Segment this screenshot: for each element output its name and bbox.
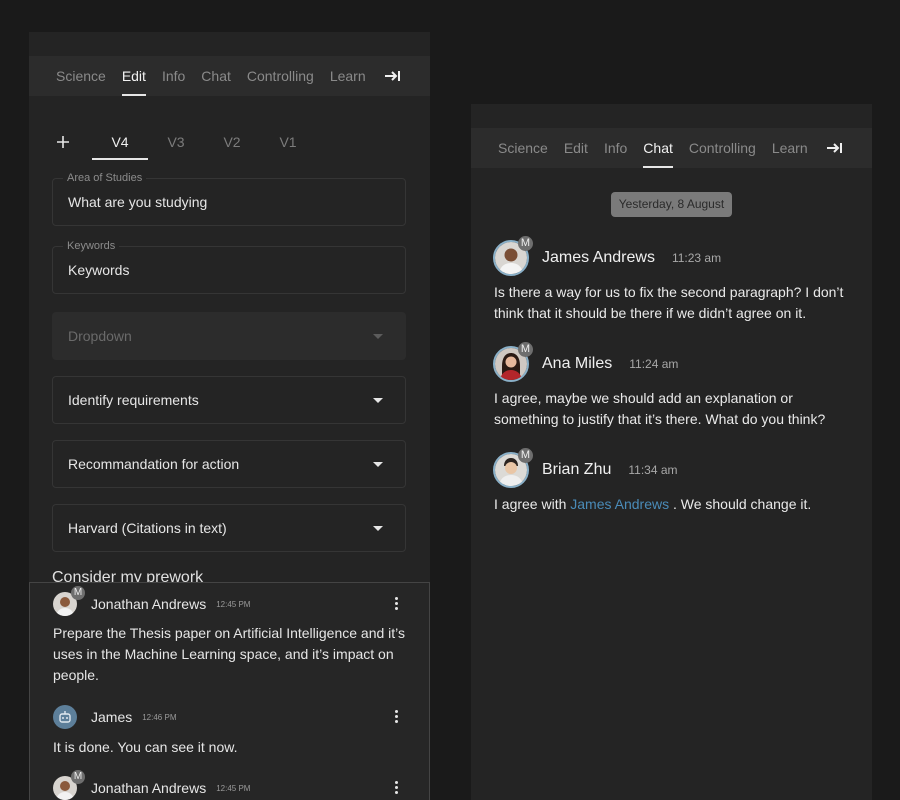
add-version-icon[interactable]	[52, 124, 74, 160]
message-text: Is there a way for us to fix the second …	[494, 284, 844, 321]
collapse-panel-icon[interactable]	[816, 128, 850, 168]
caret-down-icon	[373, 398, 383, 403]
version-tabs: V4 V3 V2 V1	[52, 124, 430, 160]
disabled-dropdown: Dropdown	[52, 312, 406, 360]
comment-header: James 12:46 PM	[53, 704, 176, 730]
comment-header: M Jonathan Andrews 12:45 PM	[53, 770, 251, 800]
member-badge: M	[71, 586, 85, 600]
message-author: Brian Zhu	[542, 461, 612, 478]
avatar: M	[53, 586, 85, 616]
avatar: M	[493, 342, 533, 382]
tab-learn[interactable]: Learn	[764, 128, 816, 168]
tab-controlling[interactable]: Controlling	[681, 128, 764, 168]
area-of-studies-label: Area of Studies	[63, 172, 147, 184]
message-time: 11:23 am	[671, 251, 722, 265]
more-options-icon[interactable]	[395, 781, 399, 794]
citation-dropdown[interactable]: Harvard (Citations in text)	[52, 504, 406, 552]
comment-author: Jonathan Andrews	[91, 780, 207, 796]
message-header: M Brian Zhu 11:34 am	[493, 448, 678, 488]
comment-author: James	[91, 709, 133, 725]
area-of-studies-field[interactable]: Area of Studies What are you studying	[52, 172, 406, 226]
version-tab-v4[interactable]: V4	[92, 124, 148, 160]
tab-edit[interactable]: Edit	[114, 56, 154, 96]
requirements-dropdown[interactable]: Identify requirements	[52, 376, 406, 424]
requirements-value: Identify requirements	[68, 392, 199, 408]
caret-down-icon	[373, 334, 383, 339]
citation-value: Harvard (Citations in text)	[68, 520, 227, 536]
avatar: M	[493, 236, 533, 276]
member-badge: M	[518, 342, 533, 357]
comment-text: It is done. You can see it now.	[53, 739, 238, 755]
dropdown-value: Dropdown	[68, 328, 132, 344]
member-badge: M	[518, 236, 533, 251]
tab-science[interactable]: Science	[48, 56, 114, 96]
mention-link[interactable]: James Andrews	[570, 496, 669, 512]
recommendation-dropdown[interactable]: Recommandation for action	[52, 440, 406, 488]
tab-science[interactable]: Science	[490, 128, 556, 168]
version-tab-v3[interactable]: V3	[148, 124, 204, 160]
message-author: Ana Miles	[542, 355, 613, 372]
prework-comments-panel: M Jonathan Andrews 12:45 PM Prepare the …	[29, 582, 430, 800]
message-text-before: I agree with	[494, 496, 567, 512]
comment-author: Jonathan Andrews	[91, 596, 207, 612]
avatar: M	[53, 770, 85, 800]
tab-info[interactable]: Info	[154, 56, 193, 96]
message-text-after: . We should change it.	[672, 496, 812, 512]
left-tabbar: Science Edit Info Chat Controlling Learn	[29, 56, 430, 96]
collapse-panel-icon[interactable]	[374, 56, 408, 96]
tab-chat[interactable]: Chat	[193, 56, 239, 96]
message-header: M Ana Miles 11:24 am	[493, 342, 679, 382]
keywords-value: Keywords	[68, 262, 130, 278]
tab-edit[interactable]: Edit	[556, 128, 596, 168]
message-time: 11:34 am	[628, 463, 678, 477]
tab-learn[interactable]: Learn	[322, 56, 374, 96]
more-options-icon[interactable]	[395, 710, 399, 723]
comment-time: 12:46 PM	[142, 712, 177, 722]
message-author: James Andrews	[542, 249, 655, 266]
caret-down-icon	[373, 462, 383, 467]
comment-time: 12:45 PM	[216, 599, 251, 609]
tab-controlling[interactable]: Controlling	[239, 56, 322, 96]
member-badge: M	[518, 448, 533, 463]
right-tabbar: Science Edit Info Chat Controlling Learn	[471, 128, 872, 168]
comment-header: M Jonathan Andrews 12:45 PM	[53, 586, 251, 617]
tab-chat[interactable]: Chat	[635, 128, 681, 168]
comment-text: Prepare the Thesis paper on Artificial I…	[53, 625, 406, 683]
keywords-label: Keywords	[63, 240, 120, 252]
chat-panel: Science Edit Info Chat Controlling Learn…	[471, 104, 872, 800]
area-of-studies-value: What are you studying	[68, 194, 208, 210]
message-text: I agree with James Andrews . We should c…	[494, 494, 854, 515]
comment-time: 12:45 PM	[216, 783, 251, 793]
version-tab-v2[interactable]: V2	[204, 124, 260, 160]
version-tab-v1[interactable]: V1	[260, 124, 316, 160]
member-badge: M	[71, 770, 85, 784]
keywords-field[interactable]: Keywords Keywords	[52, 240, 406, 294]
avatar: M	[493, 448, 533, 488]
recommendation-value: Recommandation for action	[68, 456, 240, 472]
more-options-icon[interactable]	[395, 597, 399, 610]
message-time: 11:24 am	[629, 357, 679, 371]
message-header: M James Andrews 11:23 am	[493, 236, 722, 276]
edit-panel: Science Edit Info Chat Controlling Learn…	[29, 32, 430, 800]
date-separator: Yesterday, 8 August	[611, 192, 732, 217]
message-text: I agree, maybe we should add an explanat…	[494, 390, 826, 427]
caret-down-icon	[373, 526, 383, 531]
bot-avatar-icon	[53, 705, 77, 729]
tab-info[interactable]: Info	[596, 128, 635, 168]
